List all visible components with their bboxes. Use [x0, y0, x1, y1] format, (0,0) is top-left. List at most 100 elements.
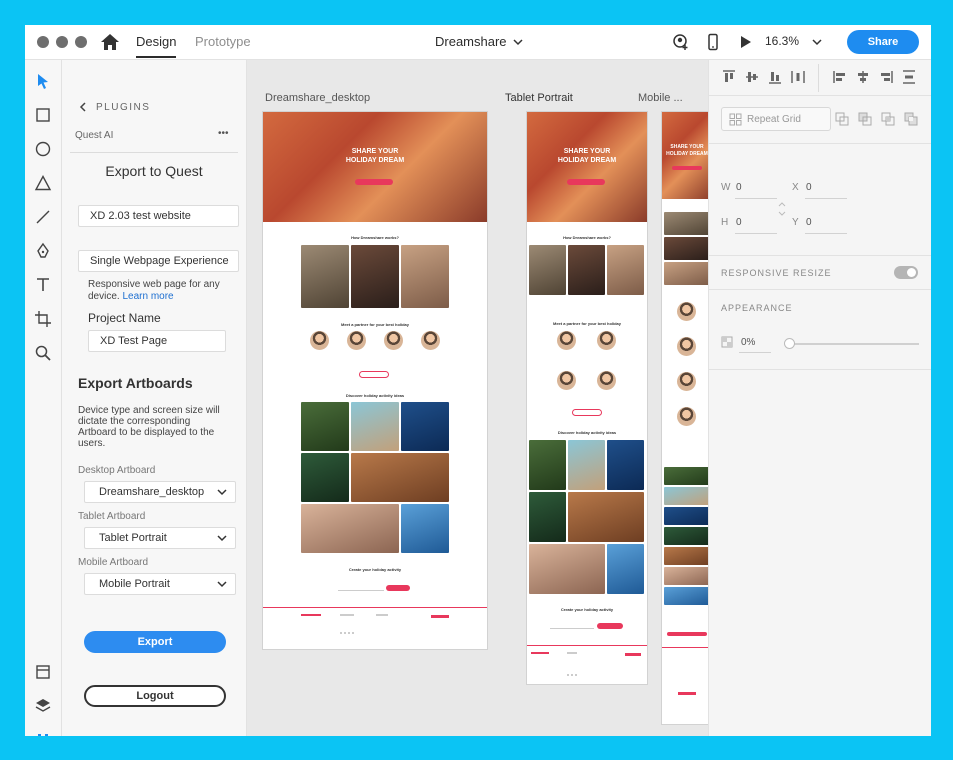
artboard-label-mobile[interactable]: Mobile ... — [638, 92, 683, 104]
play-icon[interactable] — [736, 33, 754, 51]
align-bottom-icon[interactable] — [768, 70, 782, 84]
height-input[interactable]: 0 — [736, 217, 742, 228]
width-label: W — [721, 182, 731, 193]
discover-tile — [301, 402, 349, 451]
align-top-icon[interactable] — [722, 70, 736, 84]
artboard-mobile[interactable]: SHARE YOUR HOLIDAY DREAM — [662, 112, 708, 724]
chevron-left-icon[interactable] — [79, 102, 87, 112]
desktop-artboard-select[interactable]: Dreamshare_desktop — [84, 481, 236, 503]
maximize-window-dot[interactable] — [75, 36, 87, 48]
document-title[interactable]: Dreamshare — [435, 34, 507, 49]
lock-aspect-icon[interactable] — [777, 202, 787, 216]
repeat-grid-button[interactable]: Repeat Grid — [721, 107, 831, 131]
width-input[interactable]: 0 — [736, 182, 742, 193]
ellipse-tool-icon[interactable] — [34, 140, 52, 158]
page-name-input[interactable]: XD Test Page — [88, 330, 226, 352]
divider — [70, 152, 238, 153]
boolean-add-icon[interactable] — [835, 112, 849, 126]
rectangle-tool-icon[interactable] — [34, 106, 52, 124]
tablet-artboard-select[interactable]: Tablet Portrait — [84, 527, 236, 549]
project-name-label: Project Name — [88, 311, 161, 325]
opacity-slider-handle[interactable] — [784, 338, 795, 349]
avatar — [384, 331, 403, 350]
y-input[interactable]: 0 — [806, 217, 812, 228]
design-canvas[interactable]: Dreamshare_desktop Tablet Portrait Mobil… — [247, 60, 708, 736]
footer-links — [567, 652, 577, 676]
discover-tile — [301, 453, 349, 502]
section-create: Create your holiday activity — [348, 567, 402, 572]
how-tile-3 — [664, 262, 708, 285]
section-how: How Dreamshare works? — [563, 235, 611, 240]
pen-tool-icon[interactable] — [34, 242, 52, 260]
responsive-resize-toggle[interactable] — [894, 266, 918, 279]
more-button — [359, 371, 389, 378]
artboard-desktop[interactable]: SHARE YOUR HOLIDAY DREAM How Dreamshare … — [263, 112, 487, 649]
text-tool-icon[interactable] — [34, 276, 52, 294]
align-middle-icon[interactable] — [745, 70, 759, 84]
y-underline — [805, 233, 847, 234]
close-window-dot[interactable] — [37, 36, 49, 48]
avatar — [597, 331, 616, 350]
boolean-exclude-icon[interactable] — [904, 112, 918, 126]
boolean-intersect-icon[interactable] — [881, 112, 895, 126]
artboard-tool-icon[interactable] — [34, 310, 52, 328]
export-button[interactable]: Export — [84, 631, 226, 653]
plugin-panel: PLUGINS Quest AI ••• Export to Quest XD … — [62, 60, 247, 736]
assets-icon[interactable] — [34, 663, 52, 681]
select-arrow-icon[interactable] — [34, 72, 52, 90]
zoom-level[interactable]: 16.3% — [765, 34, 799, 48]
mobile-artboard-select[interactable]: Mobile Portrait — [84, 573, 236, 595]
footer-logo — [531, 652, 549, 654]
align-left-icon[interactable] — [833, 70, 847, 84]
discover-tile — [664, 467, 708, 485]
distribute-vertical-icon[interactable] — [902, 70, 916, 84]
chevron-down-icon[interactable] — [812, 37, 822, 47]
width-underline — [735, 198, 777, 199]
avatar — [421, 331, 440, 350]
user-add-icon[interactable] — [672, 33, 690, 51]
hero-image: SHARE YOUR HOLIDAY DREAM — [263, 112, 487, 222]
artboard-label-tablet[interactable]: Tablet Portrait — [505, 92, 573, 104]
experience-type-select[interactable]: Single Webpage Experience — [78, 250, 239, 272]
share-button[interactable]: Share — [847, 30, 919, 54]
repeat-grid-label: Repeat Grid — [747, 114, 801, 125]
learn-more-link[interactable]: Learn more — [122, 291, 173, 302]
footer-links — [376, 614, 388, 616]
mobile-preview-icon[interactable] — [704, 33, 722, 51]
more-options-icon[interactable]: ••• — [218, 128, 229, 139]
artboard-label-desktop[interactable]: Dreamshare_desktop — [265, 92, 370, 104]
project-select[interactable]: XD 2.03 test website — [78, 205, 239, 227]
artboards-help: Device type and screen size will dictate… — [78, 405, 220, 449]
align-right-icon[interactable] — [879, 70, 893, 84]
plugins-back-link[interactable]: PLUGINS — [96, 102, 150, 113]
how-tile-1 — [529, 245, 566, 295]
align-row — [709, 60, 931, 96]
boolean-subtract-icon[interactable] — [858, 112, 872, 126]
tab-design[interactable]: Design — [136, 34, 177, 58]
artboard-tablet[interactable]: SHARE YOUR HOLIDAY DREAM How Dreamshare … — [527, 112, 647, 684]
divider — [818, 64, 819, 92]
line-tool-icon[interactable] — [34, 208, 52, 226]
plugins-icon[interactable] — [34, 731, 52, 736]
distribute-horizontal-icon[interactable] — [791, 70, 805, 84]
discover-tile — [351, 402, 399, 451]
discover-tile — [351, 453, 449, 502]
create-button — [667, 632, 707, 636]
hero-image: SHARE YOUR HOLIDAY DREAM — [527, 112, 647, 222]
hero-title-line-1: SHARE YOUR — [670, 144, 704, 150]
x-input[interactable]: 0 — [806, 182, 812, 193]
how-tile-2 — [664, 237, 708, 260]
opacity-input[interactable]: 0% — [741, 337, 755, 348]
email-input — [550, 624, 594, 629]
logout-button[interactable]: Logout — [84, 685, 226, 707]
zoom-tool-icon[interactable] — [34, 344, 52, 362]
opacity-slider-track[interactable] — [789, 343, 919, 345]
polygon-tool-icon[interactable] — [34, 174, 52, 192]
layers-icon[interactable] — [34, 697, 52, 715]
minimize-window-dot[interactable] — [56, 36, 68, 48]
align-center-icon[interactable] — [856, 70, 870, 84]
responsive-resize-label: RESPONSIVE RESIZE — [721, 268, 832, 278]
tab-prototype[interactable]: Prototype — [195, 34, 251, 49]
home-icon[interactable] — [100, 33, 120, 51]
chevron-down-icon[interactable] — [513, 37, 523, 47]
